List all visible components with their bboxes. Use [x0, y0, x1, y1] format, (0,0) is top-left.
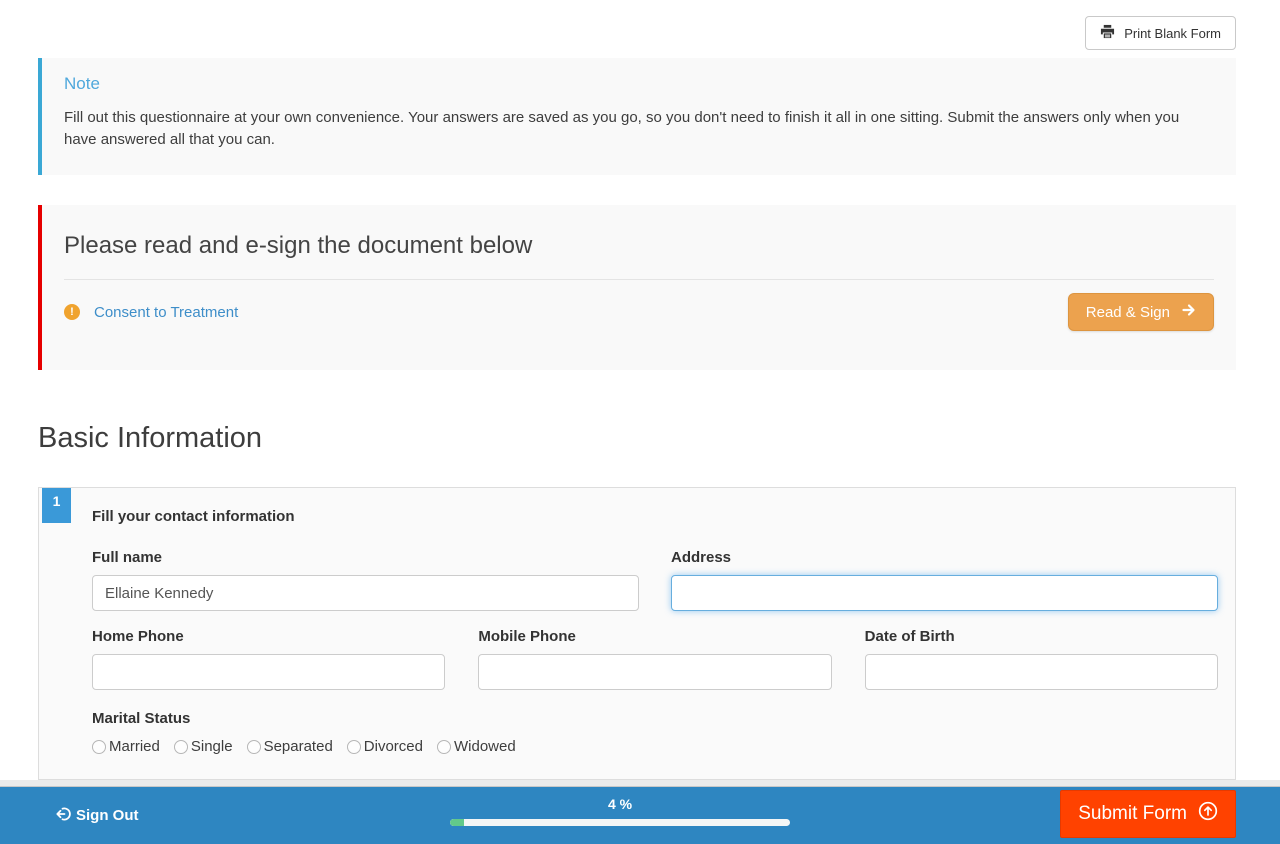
note-title: Note [64, 74, 1214, 94]
address-input[interactable] [671, 575, 1218, 611]
sign-out-label: Sign Out [76, 807, 139, 824]
progress-indicator: 4 % [450, 796, 790, 826]
radio-button-icon[interactable] [92, 740, 106, 754]
date-of-birth-group: Date of Birth [865, 628, 1218, 690]
radio-button-icon[interactable] [437, 740, 451, 754]
consent-to-treatment-link[interactable]: Consent to Treatment [94, 304, 238, 321]
contact-information-card: 1 Fill your contact information Full nam… [38, 487, 1236, 780]
mobile-phone-input[interactable] [478, 654, 831, 690]
radio-option-separated[interactable]: Separated [247, 738, 333, 755]
printer-icon [1100, 24, 1115, 42]
submit-form-button[interactable]: Submit Form [1060, 790, 1236, 838]
patient-intake-form-page: Print Blank Form Note Fill out this ques… [0, 0, 1280, 844]
read-and-sign-label: Read & Sign [1086, 304, 1170, 321]
home-phone-input[interactable] [92, 654, 445, 690]
warning-icon: ! [64, 304, 80, 320]
print-blank-form-button[interactable]: Print Blank Form [1085, 16, 1236, 50]
progress-bar-track [450, 819, 790, 826]
footer-top-strip [0, 780, 1280, 787]
note-box: Note Fill out this questionnaire at your… [38, 58, 1236, 175]
card-title: Fill your contact information [92, 508, 1235, 525]
note-body-text: Fill out this questionnaire at your own … [64, 107, 1214, 151]
radio-button-icon[interactable] [347, 740, 361, 754]
radio-option-single[interactable]: Single [174, 738, 233, 755]
arrow-right-icon [1182, 303, 1196, 321]
full-name-group: Full name [92, 549, 639, 611]
marital-status-group: Marital Status Married Single Separated [92, 710, 1218, 755]
esign-heading: Please read and e-sign the document belo… [64, 205, 1214, 260]
address-label: Address [671, 549, 1218, 566]
progress-percent-label: 4 % [450, 796, 790, 812]
esign-box: Please read and e-sign the document belo… [38, 205, 1236, 370]
sign-out-icon [55, 806, 71, 826]
radio-option-married[interactable]: Married [92, 738, 160, 755]
submit-form-label: Submit Form [1078, 803, 1187, 825]
radio-option-label: Married [109, 738, 160, 755]
step-number-badge: 1 [42, 488, 71, 523]
radio-option-label: Separated [264, 738, 333, 755]
page-title: Basic Information [38, 422, 262, 455]
arrow-up-circle-icon [1198, 801, 1218, 827]
full-name-label: Full name [92, 549, 639, 566]
radio-button-icon[interactable] [174, 740, 188, 754]
field-row-2: Home Phone Mobile Phone Date of Birth [92, 628, 1218, 690]
sign-out-button[interactable]: Sign Out [55, 806, 139, 826]
radio-option-label: Divorced [364, 738, 423, 755]
print-blank-form-label: Print Blank Form [1124, 26, 1221, 41]
mobile-phone-label: Mobile Phone [478, 628, 831, 645]
radio-option-divorced[interactable]: Divorced [347, 738, 423, 755]
progress-bar-fill [450, 819, 464, 826]
radio-option-label: Widowed [454, 738, 516, 755]
radio-option-widowed[interactable]: Widowed [437, 738, 516, 755]
marital-status-options: Married Single Separated Divorced [92, 738, 1218, 755]
date-of-birth-label: Date of Birth [865, 628, 1218, 645]
home-phone-label: Home Phone [92, 628, 445, 645]
radio-option-label: Single [191, 738, 233, 755]
home-phone-group: Home Phone [92, 628, 445, 690]
esign-divider [64, 279, 1214, 280]
esign-document-row: ! Consent to Treatment Read & Sign [64, 293, 1214, 331]
date-of-birth-input[interactable] [865, 654, 1218, 690]
marital-status-label: Marital Status [92, 710, 1218, 727]
read-and-sign-button[interactable]: Read & Sign [1068, 293, 1214, 331]
mobile-phone-group: Mobile Phone [478, 628, 831, 690]
radio-button-icon[interactable] [247, 740, 261, 754]
full-name-input[interactable] [92, 575, 639, 611]
address-group: Address [671, 549, 1218, 611]
fields-container: Full name Address Home Phone Mobile Phon… [92, 549, 1218, 755]
field-row-1: Full name Address [92, 549, 1218, 611]
footer-bar: Sign Out 4 % Submit Form [0, 787, 1280, 844]
